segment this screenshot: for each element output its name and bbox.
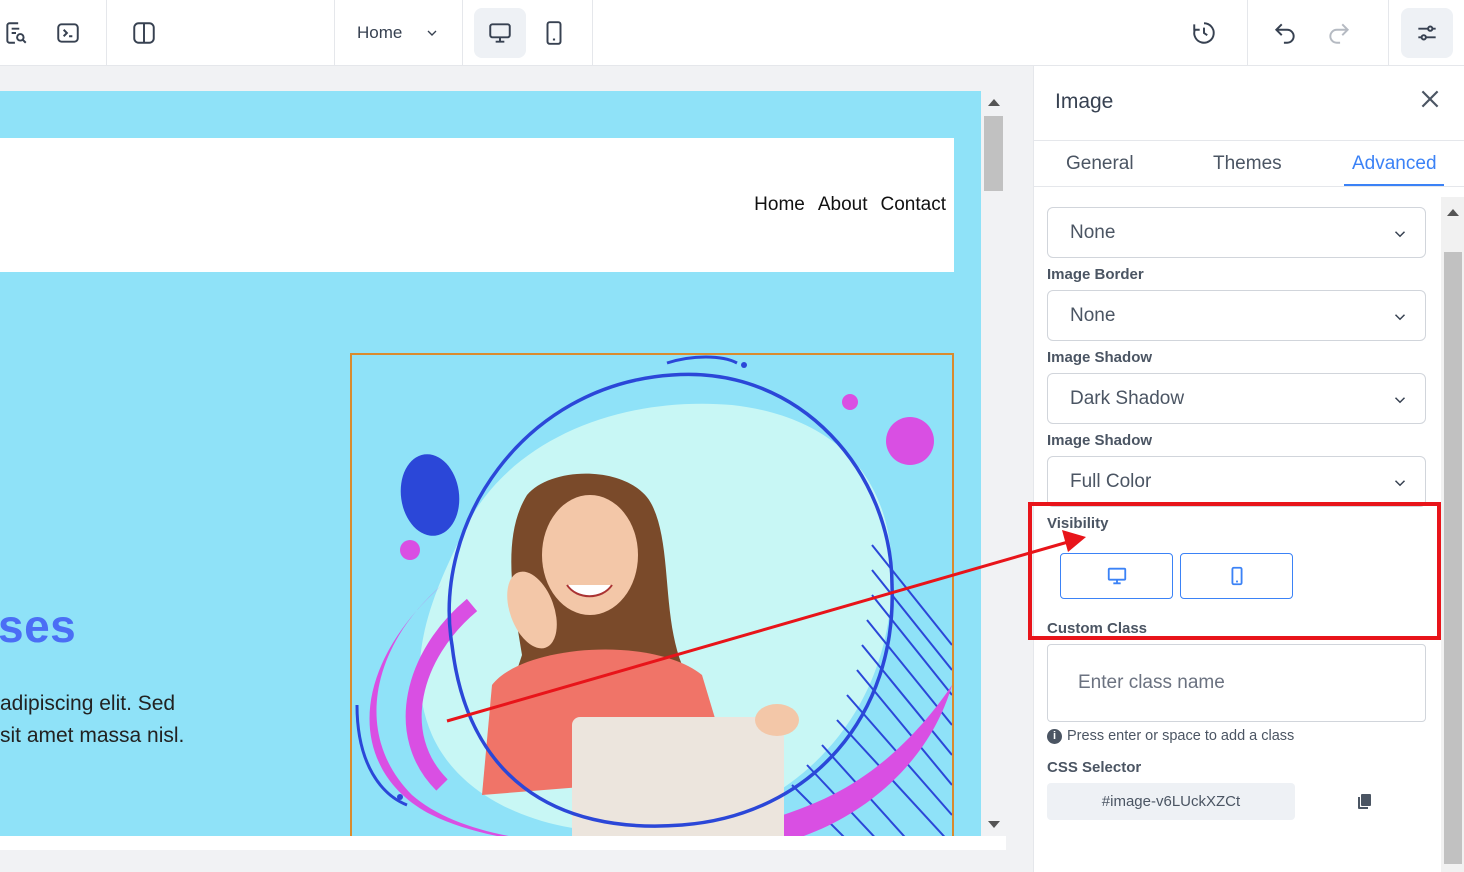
mobile-view-button[interactable]: [528, 8, 580, 58]
tab-general[interactable]: General: [1066, 153, 1134, 175]
image-border-label: Image Border: [1047, 266, 1144, 283]
panel-tabs: General Themes Advanced: [1034, 141, 1464, 187]
tab-themes[interactable]: Themes: [1213, 153, 1282, 175]
hint-text: Press enter or space to add a class: [1067, 728, 1295, 744]
visibility-desktop-button[interactable]: [1060, 553, 1173, 599]
css-selector-value: #image-v6LUckXZCt: [1047, 783, 1295, 820]
site-bottom-edge: [0, 836, 1006, 850]
image-shadow-color-select[interactable]: Full Color: [1047, 456, 1426, 507]
scroll-up-arrow-icon[interactable]: [1447, 209, 1459, 216]
chevron-down-icon: [427, 30, 437, 36]
image-shadow-color-label: Image Shadow: [1047, 432, 1153, 449]
css-selector-label: CSS Selector: [1047, 759, 1142, 776]
active-tab-indicator: [1344, 184, 1444, 186]
select-value: Full Color: [1070, 470, 1152, 492]
selected-image[interactable]: [350, 353, 954, 836]
site-navbar: Home About Contact: [0, 138, 954, 272]
editor-canvas: Home About Contact ses adipiscing elit. …: [0, 66, 1032, 872]
desktop-icon: [1107, 567, 1126, 585]
visibility-mobile-button[interactable]: [1180, 553, 1293, 599]
code-terminal-icon[interactable]: [42, 8, 94, 58]
hero-title: ses: [0, 600, 77, 652]
panel-body: None Image Border None Image Shadow Dark…: [1034, 187, 1441, 872]
hero-text: adipiscing elit. Sed sit amet massa nisl…: [0, 688, 184, 752]
copy-icon[interactable]: [1356, 793, 1372, 810]
mobile-icon: [1231, 566, 1242, 586]
select-value: Dark Shadow: [1070, 387, 1185, 409]
chevron-down-icon: [1394, 231, 1406, 238]
scroll-up-arrow-icon[interactable]: [988, 99, 1000, 106]
chevron-down-icon: [1394, 314, 1406, 321]
nav-link-home[interactable]: Home: [754, 194, 805, 216]
site-nav-links: Home About Contact: [754, 194, 946, 216]
scroll-down-arrow-icon[interactable]: [988, 821, 1000, 828]
select-value: None: [1070, 304, 1116, 326]
page-search-icon[interactable]: [0, 8, 42, 58]
canvas-scrollbar[interactable]: [981, 91, 1006, 836]
nav-link-contact[interactable]: Contact: [881, 194, 946, 216]
image-shadow-label: Image Shadow: [1047, 349, 1153, 366]
history-icon[interactable]: [1178, 8, 1230, 58]
top-toolbar: Home: [0, 0, 1464, 66]
image-border-select[interactable]: None: [1047, 290, 1426, 341]
hero-text-line: adipiscing elit. Sed: [0, 692, 176, 715]
redo-icon[interactable]: [1313, 8, 1365, 58]
desktop-icon: [489, 23, 511, 43]
scrollbar-thumb[interactable]: [1444, 252, 1462, 864]
tab-advanced[interactable]: Advanced: [1352, 153, 1437, 175]
visibility-label: Visibility: [1047, 515, 1109, 532]
mobile-icon: [546, 21, 562, 45]
split-layout-icon[interactable]: [118, 8, 170, 58]
custom-class-hint: i Press enter or space to add a class: [1047, 728, 1294, 744]
custom-class-label: Custom Class: [1047, 620, 1148, 637]
settings-panel: Image General Themes Advanced None Image…: [1033, 66, 1464, 872]
close-icon[interactable]: [1417, 86, 1443, 112]
desktop-view-button[interactable]: [474, 8, 526, 58]
chevron-down-icon: [1394, 397, 1406, 404]
chevron-down-icon: [1394, 480, 1406, 487]
panel-title: Image: [1055, 90, 1114, 113]
page-select-value: Home: [357, 23, 403, 42]
select-value: None: [1070, 221, 1116, 243]
image-style-select[interactable]: None: [1047, 207, 1426, 258]
scrollbar-thumb[interactable]: [984, 116, 1003, 191]
panel-scrollbar[interactable]: [1441, 197, 1464, 872]
custom-class-input[interactable]: Enter class name: [1047, 644, 1426, 722]
nav-link-about[interactable]: About: [818, 194, 868, 216]
hero-text-line: sit amet massa nisl.: [0, 724, 185, 747]
settings-sliders-icon[interactable]: [1401, 8, 1453, 58]
info-icon: i: [1047, 728, 1062, 744]
page-select[interactable]: Home: [340, 8, 450, 58]
site-preview: Home About Contact ses adipiscing elit. …: [0, 91, 981, 836]
undo-icon[interactable]: [1259, 8, 1311, 58]
image-shadow-select[interactable]: Dark Shadow: [1047, 373, 1426, 424]
hero-illustration: [355, 355, 952, 836]
